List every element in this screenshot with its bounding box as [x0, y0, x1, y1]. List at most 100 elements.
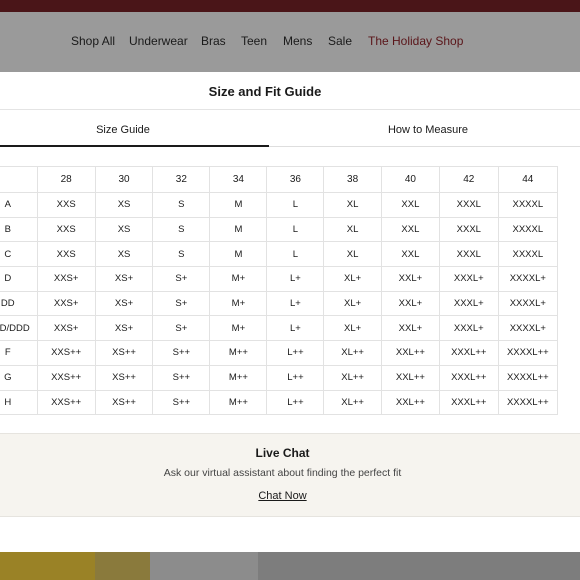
- size-cell: XXXL++: [438, 389, 499, 416]
- tab-how-to-measure[interactable]: How to Measure: [270, 124, 580, 136]
- nav-shop-all[interactable]: Shop All: [71, 34, 115, 48]
- size-cell: XS++: [94, 340, 154, 366]
- table-row: G XXS++ XS++ S++ M++ L++ XL++ XXL++ XXXL++ XXXXL+…: [0, 364, 559, 391]
- size-cell: XXS: [36, 216, 96, 243]
- size-cell: M+: [209, 266, 268, 292]
- size-cell: S: [152, 216, 211, 243]
- size-cell: XS+: [94, 290, 154, 317]
- size-cell: XXXL: [438, 216, 499, 243]
- nav-bras[interactable]: Bras: [201, 34, 226, 48]
- size-cell: XXXXL++: [497, 340, 559, 366]
- size-cell: XL+: [323, 266, 382, 292]
- size-cell: S++: [152, 389, 211, 416]
- chat-now-link[interactable]: Chat Now: [258, 490, 306, 502]
- table-row: D XXS+ XS+ S+ M+ L+ XL+ XXL+ XXXL+ XXXXL+: [0, 266, 559, 292]
- cup-size-label: DD: [0, 290, 38, 317]
- size-cell: XS++: [94, 389, 154, 416]
- size-fit-modal: Size and Fit Guide Size Guide How to Mea…: [0, 72, 580, 552]
- main-nav: Shop All Underwear Bras Teen Mens Sale T…: [0, 12, 580, 72]
- nav-holiday-shop[interactable]: The Holiday Shop: [368, 34, 463, 48]
- size-cell: S: [152, 192, 211, 218]
- cup-size-label: B: [0, 216, 38, 243]
- size-cell: XXS: [36, 241, 96, 268]
- size-cell: XXXL++: [438, 364, 499, 391]
- cup-size-label: H: [0, 389, 38, 416]
- table-row: H XXS++ XS++ S++ M++ L++ XL++ XXL++ XXXL++ XXXXL+…: [0, 389, 559, 416]
- table-row: A XXS XS S M L XL XXL XXXL XXXXL: [0, 192, 559, 218]
- tab-divider: [269, 146, 580, 147]
- size-cell: S: [152, 241, 211, 268]
- size-cell: XL+: [323, 290, 382, 317]
- size-cell: L++: [266, 340, 325, 366]
- nav-teen[interactable]: Teen: [241, 34, 267, 48]
- live-chat-title: Live Chat: [255, 446, 310, 460]
- size-cell: XXXL+: [438, 266, 499, 292]
- size-cell: M+: [209, 290, 268, 317]
- band-size-header: 28: [36, 166, 96, 193]
- title-divider: [0, 109, 580, 110]
- size-cell: XXXXL: [497, 216, 559, 243]
- active-tab-indicator: [0, 145, 269, 147]
- band-size-header: 44: [497, 166, 559, 193]
- table-row: C XXS XS S M L XL XXL XXXL XXXXL: [0, 241, 559, 268]
- nav-underwear[interactable]: Underwear: [129, 34, 188, 48]
- size-cell: XXL: [380, 241, 440, 268]
- size-cell: XXXXL+: [497, 290, 559, 317]
- size-cell: XXXL: [438, 192, 499, 218]
- cup-size-label: DDD/DDD: [0, 315, 38, 342]
- size-chart-table: 28 30 32 34 36 38 40 42 44 A XXS XS S M L XL XX…: [0, 166, 559, 416]
- size-cell: XXXXL: [497, 241, 559, 268]
- size-cell: XS: [94, 241, 154, 268]
- size-cell: XXL: [380, 192, 440, 218]
- background-product-image-shade: [95, 552, 150, 580]
- size-cell: XXS++: [36, 389, 96, 416]
- modal-title: Size and Fit Guide: [208, 84, 322, 99]
- size-cell: XXL: [380, 216, 440, 243]
- size-cell: M++: [209, 364, 268, 391]
- size-cell: XXS+: [36, 266, 96, 292]
- table-row: DDD/DDDXXS+XS+S+M+L+XL+XXL+XXXL+XXXXL+: [0, 315, 559, 342]
- table-row: B XXS XS S M L XL XXL XXXL XXXXL: [0, 216, 559, 243]
- size-cell: XXXL+: [438, 290, 499, 317]
- cup-size-label: G: [0, 364, 38, 391]
- size-cell: XS++: [94, 364, 154, 391]
- nav-mens[interactable]: Mens: [283, 34, 312, 48]
- size-cell: M: [209, 192, 268, 218]
- background-product-image-right: [258, 552, 580, 580]
- size-cell: M+: [209, 315, 268, 342]
- size-cell: XS+: [94, 315, 154, 342]
- size-cell: XXS++: [36, 364, 96, 391]
- size-cell: XXXL+: [438, 315, 499, 342]
- cup-size-label: A: [0, 192, 38, 218]
- size-cell: XXXXL: [497, 192, 559, 218]
- table-row: F XXS++ XS++ S++ M++ L++ XL++ XXL++ XXXL++ XXXXL+…: [0, 340, 559, 366]
- size-cell: XL++: [323, 364, 382, 391]
- size-cell: XXXL++: [438, 340, 499, 366]
- size-cell: XXXXL+: [497, 266, 559, 292]
- band-size-header: 30: [94, 166, 154, 193]
- cup-size-label: F: [0, 340, 38, 366]
- table-corner-cell: [0, 166, 38, 193]
- size-cell: M++: [209, 389, 268, 416]
- table-header-row: 28 30 32 34 36 38 40 42 44: [0, 166, 559, 193]
- size-cell: M++: [209, 340, 268, 366]
- band-size-header: 40: [380, 166, 440, 193]
- size-cell: XL: [323, 192, 382, 218]
- size-cell: XXS+: [36, 315, 96, 342]
- size-cell: XL++: [323, 389, 382, 416]
- size-cell: XL: [323, 216, 382, 243]
- size-cell: XXL++: [380, 364, 440, 391]
- size-cell: L+: [266, 315, 325, 342]
- size-cell: XXS: [36, 192, 96, 218]
- size-cell: L: [266, 241, 325, 268]
- size-cell: XXS++: [36, 340, 96, 366]
- tab-size-guide[interactable]: Size Guide: [0, 124, 246, 136]
- band-size-header: 42: [438, 166, 499, 193]
- size-cell: XXXL: [438, 241, 499, 268]
- size-cell: L: [266, 216, 325, 243]
- size-cell: XXXXL++: [497, 389, 559, 416]
- size-cell: XL: [323, 241, 382, 268]
- nav-sale[interactable]: Sale: [328, 34, 352, 48]
- size-cell: L: [266, 192, 325, 218]
- size-cell: XS+: [94, 266, 154, 292]
